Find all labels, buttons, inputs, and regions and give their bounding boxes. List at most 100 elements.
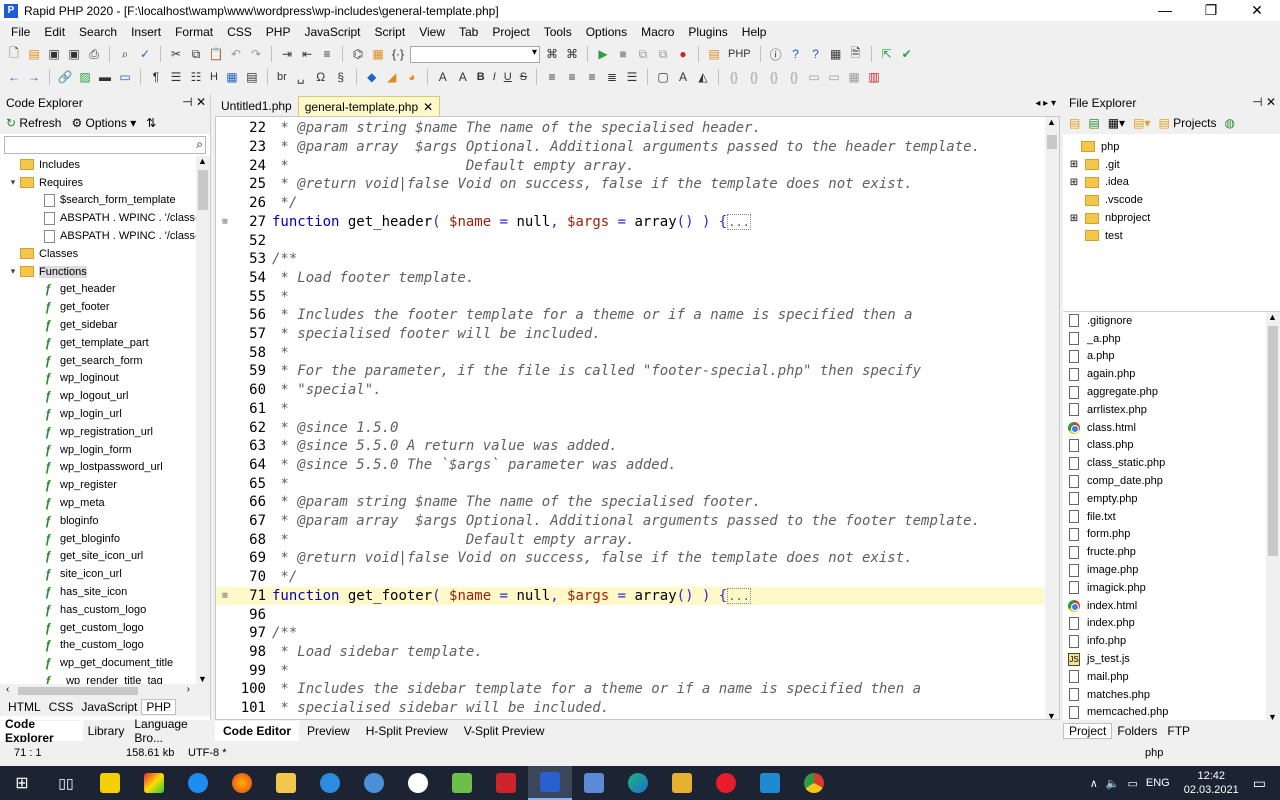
- clock[interactable]: 12:42 02.03.2021: [1184, 769, 1239, 797]
- comment-icon[interactable]: ≡: [319, 46, 335, 62]
- font-shrink-icon[interactable]: A: [455, 69, 471, 85]
- tree-item[interactable]: ABSPATH . WPINC . '/class-w: [0, 209, 210, 227]
- menu-view[interactable]: View: [412, 25, 452, 39]
- editor-view-tab[interactable]: Code Editor: [215, 721, 299, 741]
- braces4-icon[interactable]: {}: [786, 69, 802, 85]
- file-item[interactable]: arrlistex.php: [1063, 401, 1280, 419]
- stop-icon[interactable]: ■: [615, 46, 631, 62]
- encoding[interactable]: UTF-8 *: [188, 747, 227, 759]
- tree-item[interactable]: ƒ has_custom_logo: [0, 601, 210, 619]
- file-item[interactable]: index.php: [1063, 615, 1280, 633]
- code-line[interactable]: 65 *: [216, 474, 1044, 493]
- file-item[interactable]: empty.php: [1063, 490, 1280, 508]
- tree-item[interactable]: ABSPATH . WPINC . '/class-w: [0, 227, 210, 245]
- left-bottom-tab[interactable]: Library: [83, 724, 130, 738]
- sort-icon[interactable]: ⇅: [146, 116, 156, 130]
- menu-format[interactable]: Format: [168, 25, 220, 39]
- box-icon[interactable]: ▢: [655, 69, 671, 85]
- justify-icon[interactable]: ≣: [604, 69, 620, 85]
- tree-scrollbar[interactable]: ▲ ▼: [196, 156, 210, 684]
- menu-macro[interactable]: Macro: [634, 25, 681, 39]
- taskbar-app-tool[interactable]: [660, 766, 704, 800]
- copy-icon[interactable]: ⧉: [188, 46, 204, 62]
- breakpoint-icon[interactable]: ●: [675, 46, 691, 62]
- tree-item[interactable]: ▾ Requires: [0, 174, 210, 192]
- tree-item[interactable]: $search_form_template: [0, 192, 210, 210]
- br-button[interactable]: br: [275, 71, 289, 83]
- close-icon[interactable]: ✕: [423, 100, 433, 114]
- view-icon[interactable]: ▦▾: [1108, 116, 1125, 130]
- tree-item[interactable]: ƒ wp_get_document_title: [0, 654, 210, 672]
- info-icon[interactable]: ⓘ: [768, 46, 784, 62]
- tree-item[interactable]: ƒ get_template_part: [0, 334, 210, 352]
- taskbar-app-box[interactable]: [572, 766, 616, 800]
- file-item[interactable]: fructe.php: [1063, 543, 1280, 561]
- braces3-icon[interactable]: {}: [766, 69, 782, 85]
- code-snippet-icon[interactable]: {·}: [390, 46, 406, 62]
- menu-edit[interactable]: Edit: [37, 25, 72, 39]
- w3c-icon[interactable]: ▥: [866, 69, 882, 85]
- tree-item[interactable]: ƒ wp_login_url: [0, 405, 210, 423]
- network-icon[interactable]: ▭: [1127, 777, 1137, 790]
- tree-item[interactable]: ƒ has_site_icon: [0, 583, 210, 601]
- code-line[interactable]: 22 * @param string $name The name of the…: [216, 119, 1044, 138]
- taskbar-app-opera[interactable]: [704, 766, 748, 800]
- underline-button[interactable]: U: [502, 71, 514, 83]
- file-item[interactable]: JS js_test.js: [1063, 650, 1280, 668]
- bookmark-next-icon[interactable]: ⌘: [564, 46, 580, 62]
- validate-icon[interactable]: ▦: [828, 46, 844, 62]
- menu-tab[interactable]: Tab: [452, 25, 485, 39]
- file-explorer-tab[interactable]: Project: [1063, 723, 1113, 739]
- print-icon[interactable]: ⎙: [86, 46, 102, 62]
- doc-icon[interactable]: 🗎: [848, 46, 864, 62]
- projects-button[interactable]: ▤ Projects: [1158, 116, 1216, 130]
- export-icon[interactable]: ⇱: [879, 46, 895, 62]
- cut-icon[interactable]: ✂: [168, 46, 184, 62]
- file-item[interactable]: aggregate.php: [1063, 383, 1280, 401]
- taskbar-app-vscode[interactable]: [748, 766, 792, 800]
- minimize-button[interactable]: —: [1142, 0, 1188, 21]
- menu-plugins[interactable]: Plugins: [681, 25, 734, 39]
- window2-icon[interactable]: ▭: [826, 69, 842, 85]
- new-file-icon[interactable]: 🗋: [6, 46, 22, 62]
- back-icon[interactable]: ←: [6, 69, 22, 85]
- close-window-button[interactable]: ✕: [1234, 0, 1280, 21]
- form-icon[interactable]: ▭: [117, 69, 133, 85]
- folder-item[interactable]: ⊞ nbproject: [1063, 209, 1280, 227]
- code-editor[interactable]: ▲ ▼ 22 * @param string $name The name of…: [215, 116, 1060, 720]
- file-item[interactable]: comp_date.php: [1063, 472, 1280, 490]
- table-icon[interactable]: ▦: [224, 69, 240, 85]
- lang-tab-javascript[interactable]: JavaScript: [77, 700, 141, 714]
- find-icon[interactable]: ⌬: [350, 46, 366, 62]
- file-explorer-tab[interactable]: FTP: [1162, 724, 1195, 738]
- code-line[interactable]: 63 * @since 5.5.0 A return value was add…: [216, 437, 1044, 456]
- taskbar-app-firefox[interactable]: [220, 766, 264, 800]
- text-color-icon[interactable]: A: [675, 69, 691, 85]
- folded-code-marker[interactable]: ...: [727, 213, 751, 230]
- tree-item[interactable]: ƒ get_search_form: [0, 352, 210, 370]
- folded-code-marker[interactable]: ...: [727, 587, 751, 604]
- file-item[interactable]: file.txt: [1063, 508, 1280, 526]
- file-item[interactable]: again.php: [1063, 365, 1280, 383]
- refresh-button[interactable]: ↻ Refresh: [6, 116, 61, 130]
- code-line[interactable]: ⊞ 27 function get_header( $name = null, $a…: [216, 213, 1044, 232]
- file-item[interactable]: index.html: [1063, 597, 1280, 615]
- notifications-icon[interactable]: ▭: [1253, 775, 1266, 792]
- taskbar-app-settings[interactable]: [308, 766, 352, 800]
- globe-icon[interactable]: ◍: [1224, 116, 1234, 130]
- tree-item[interactable]: ƒ get_custom_logo: [0, 619, 210, 637]
- search-combo[interactable]: [410, 45, 540, 63]
- expand-icon[interactable]: ⊞: [1067, 213, 1081, 224]
- file-item[interactable]: a.php: [1063, 348, 1280, 366]
- code-line[interactable]: 23 * @param array $args Optional. Additi…: [216, 138, 1044, 157]
- left-bottom-tab[interactable]: Code Explorer: [0, 717, 83, 745]
- code-line[interactable]: ⊞ 71 function get_footer( $name = null, $a…: [216, 586, 1044, 606]
- align-center-icon[interactable]: ≡: [564, 69, 580, 85]
- pin-icon[interactable]: ⊣: [182, 95, 192, 109]
- file-item[interactable]: _a.php: [1063, 330, 1280, 348]
- chevron-down-icon[interactable]: ▾: [6, 177, 20, 188]
- lang-tab-html[interactable]: HTML: [4, 700, 45, 714]
- menu-php[interactable]: PHP: [259, 25, 298, 39]
- tree-item[interactable]: ƒ site_icon_url: [0, 565, 210, 583]
- code-line[interactable]: 25 * @return void|false Void on success,…: [216, 175, 1044, 194]
